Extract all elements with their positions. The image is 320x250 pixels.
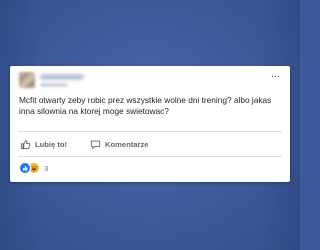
ellipsis-icon: ... — [270, 68, 280, 80]
thumbs-up-icon — [20, 139, 31, 150]
post-timestamp-redacted — [40, 83, 68, 87]
post-card: ... Mcfit otwarty zeby robic prez wszyst… — [10, 66, 290, 182]
reaction-count: 3 — [44, 163, 49, 173]
post-actions: Lubię to! Komentarze — [10, 132, 290, 156]
like-reaction-icon — [19, 162, 31, 174]
avatar[interactable] — [19, 72, 35, 88]
author-name-redacted[interactable] — [40, 74, 84, 80]
more-options-button[interactable]: ... — [271, 68, 280, 80]
like-button[interactable]: Lubię to! — [20, 137, 67, 151]
reactions-summary[interactable]: 3 — [19, 162, 48, 174]
divider — [18, 156, 282, 157]
speech-bubble-icon — [90, 139, 101, 150]
post-header: ... — [10, 66, 290, 92]
comment-label: Komentarze — [105, 139, 149, 149]
comment-button[interactable]: Komentarze — [90, 137, 148, 151]
like-label: Lubię to! — [35, 139, 68, 149]
post-text: Mcfit otwarty zeby robic prez wszystkie … — [19, 95, 272, 116]
